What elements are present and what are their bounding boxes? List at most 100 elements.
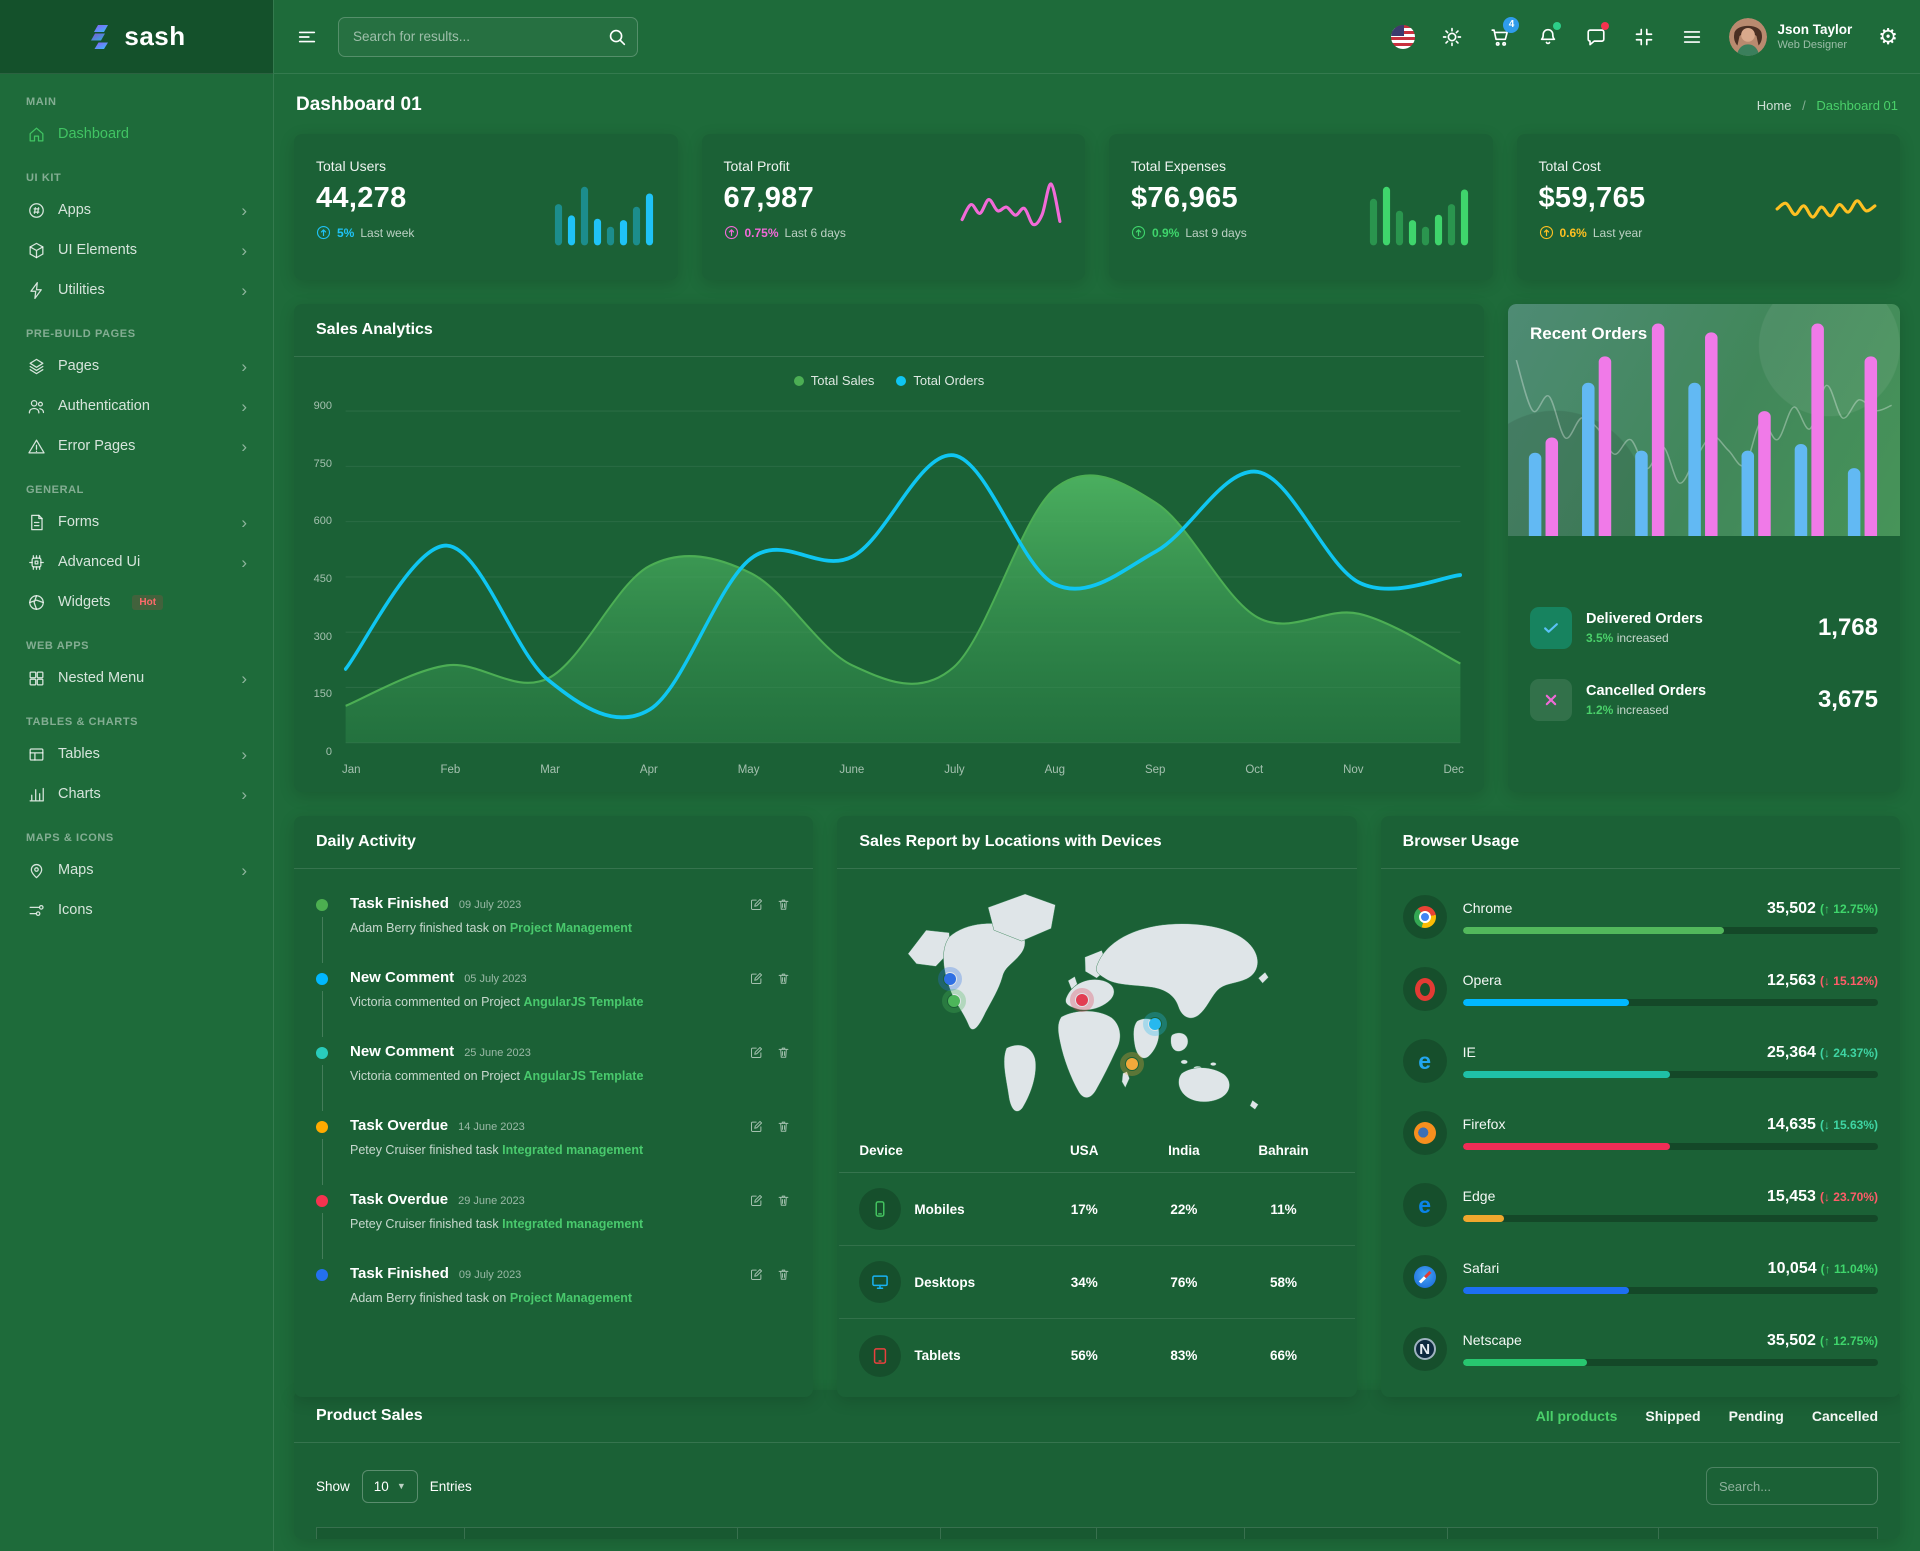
breadcrumb-home[interactable]: Home [1757,98,1792,113]
user-menu[interactable]: Json Taylor Web Designer [1729,18,1852,56]
activity-link[interactable]: AngularJS Template [523,995,643,1009]
edit-icon[interactable] [749,1193,764,1211]
y-axis-labels: 0150300450600750900 [304,398,340,782]
map-marker[interactable] [944,973,956,985]
cart-icon[interactable]: 4 [1489,26,1511,48]
map-marker[interactable] [948,995,960,1007]
trash-icon[interactable] [776,1045,791,1063]
legend-dot [794,376,804,386]
nested-menu-icon [26,668,46,688]
sidebar-item-tables[interactable]: Tables › [0,734,273,774]
stat-cards: Total Users 44,278 5% Last week [294,134,1900,280]
activity-link[interactable]: Project Management [510,1291,632,1305]
sidebar-item-widgets[interactable]: Widgets Hot [0,582,273,622]
product-sales-tab[interactable]: Cancelled [1812,1408,1878,1424]
search-icon[interactable] [606,26,628,51]
right-sidebar-icon[interactable] [1681,26,1703,48]
sidebar-section-label: WEB APPS [26,640,247,652]
entries-select[interactable]: 10 ▼ [362,1470,418,1503]
edit-icon[interactable] [749,1119,764,1137]
sidebar-item-nested-menu[interactable]: Nested Menu › [0,658,273,698]
language-flag-icon[interactable] [1391,25,1415,49]
legend-item[interactable]: Total Sales [794,373,875,388]
sidebar-item-icons[interactable]: Icons [0,890,273,930]
card-title: Sales Report by Locations with Devices [859,833,1161,851]
activity-link[interactable]: AngularJS Template [523,1069,643,1083]
browser-row: Chrome 35,502(↑ 12.75%) [1403,881,1878,953]
brand-logo[interactable]: sash [0,0,273,74]
edit-icon[interactable] [749,897,764,915]
table-row: Mobiles 17% 22% 11% [839,1173,1354,1246]
sidebar-item-forms[interactable]: Forms › [0,502,273,542]
edit-icon[interactable] [749,1267,764,1285]
activity-link[interactable]: Project Management [510,921,632,935]
sidebar-item-apps[interactable]: Apps › [0,190,273,230]
trash-icon[interactable] [776,1267,791,1285]
arrow-up-circle-icon [316,225,331,240]
map-marker[interactable] [1149,1018,1161,1030]
notifications-bell-icon[interactable] [1537,26,1559,48]
chevron-right-icon: › [241,554,247,571]
trash-icon[interactable] [776,971,791,989]
activity-item: Task Finished 09 July 2023 Adam Berry fi… [316,895,791,935]
progress-bar [1463,1215,1878,1222]
sidebar-item-utilities[interactable]: Utilities › [0,270,273,310]
edit-icon[interactable] [749,1045,764,1063]
edit-icon[interactable] [749,971,764,989]
topbar: 4 [274,0,1920,74]
sidebar-item-dashboard[interactable]: Dashboard [0,114,273,154]
messages-icon[interactable] [1585,26,1607,48]
progress-bar [1463,927,1878,934]
chevron-right-icon: › [241,670,247,687]
theme-sun-icon[interactable] [1441,26,1463,48]
notification-dot [1553,22,1561,30]
progress-bar [1463,1071,1878,1078]
page-content: Dashboard 01 Home / Dashboard 01 Total U… [274,74,1920,1551]
activity-link[interactable]: Integrated management [502,1217,643,1231]
maps-icon [26,860,46,880]
product-sales-tab[interactable]: All products [1536,1408,1618,1424]
search-input[interactable] [338,17,638,57]
chevron-right-icon: › [241,242,247,259]
activity-link[interactable]: Integrated management [502,1143,643,1157]
legend-item[interactable]: Total Orders [896,373,984,388]
chevron-right-icon: › [241,514,247,531]
home-icon [26,124,46,144]
hamburger-menu-icon[interactable] [296,26,318,48]
desktop-icon [859,1261,901,1303]
fullscreen-icon[interactable] [1633,26,1655,48]
progress-bar [1463,999,1878,1006]
tablet-icon [859,1335,901,1377]
sidebar-item-advanced-ui[interactable]: Advanced Ui › [0,542,273,582]
sidebar-item-ui-elements[interactable]: UI Elements › [0,230,273,270]
sidebar-item-error-pages[interactable]: Error Pages › [0,426,273,466]
product-sales-tab[interactable]: Pending [1729,1408,1784,1424]
hot-badge: Hot [132,595,163,610]
safari-icon [1403,1255,1447,1299]
sidebar-item-authentication[interactable]: Authentication › [0,386,273,426]
chrome-icon [1403,895,1447,939]
timeline-dot [316,1121,328,1133]
chevron-right-icon: › [241,746,247,763]
sidebar-item-maps[interactable]: Maps › [0,850,273,890]
x-icon [1530,679,1572,721]
browser-row: N Netscape 35,502(↑ 12.75%) [1403,1313,1878,1385]
map-marker[interactable] [1076,994,1088,1006]
stat-card: Total Profit 67,987 0.75% Last 6 days [702,134,1086,280]
chevron-right-icon: › [241,438,247,455]
sidebar-section-label: PRE-BUILD PAGES [26,328,247,340]
sidebar-item-pages[interactable]: Pages › [0,346,273,386]
trash-icon[interactable] [776,897,791,915]
settings-gear-icon[interactable]: ⚙ [1878,26,1898,48]
stat-card: Total Users 44,278 5% Last week [294,134,678,280]
product-sales-tab[interactable]: Shipped [1645,1408,1700,1424]
map-marker[interactable] [1126,1058,1138,1070]
avatar [1729,18,1767,56]
trash-icon[interactable] [776,1193,791,1211]
browser-row: e Edge 15,453(↓ 23.70%) [1403,1169,1878,1241]
daily-activity-card: Daily Activity Task Finished 09 July 202… [294,816,813,1397]
sidebar-item-charts[interactable]: Charts › [0,774,273,814]
activity-item: Task Overdue 14 June 2023 Petey Cruiser … [316,1117,791,1157]
table-search-input[interactable] [1706,1467,1878,1505]
trash-icon[interactable] [776,1119,791,1137]
